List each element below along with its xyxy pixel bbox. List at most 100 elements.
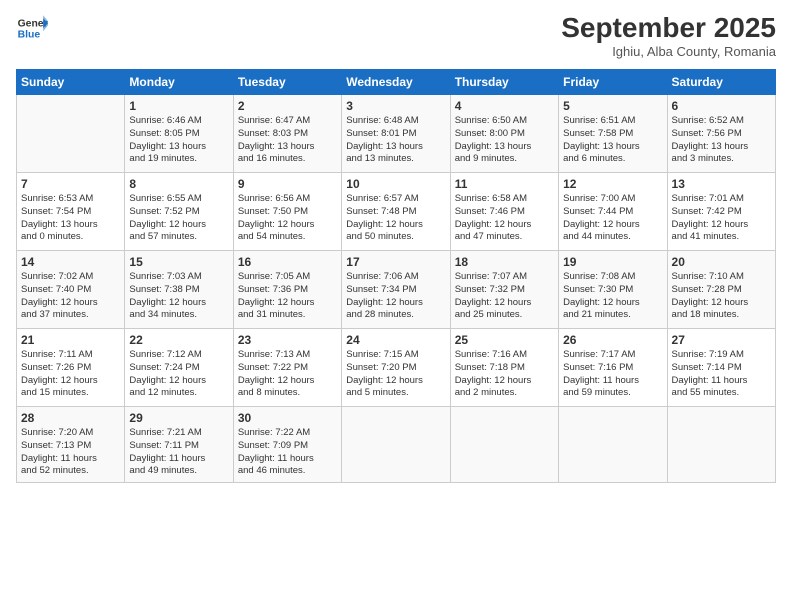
calendar-cell: 9 Sunrise: 6:56 AM Sunset: 7:50 PM Daylig… xyxy=(233,173,341,251)
day-info: Sunrise: 7:08 AM Sunset: 7:30 PM Dayligh… xyxy=(563,271,662,322)
calendar-cell: 20Sunrise: 7:10 AM Sunset: 7:28 PM Dayli… xyxy=(667,251,775,329)
day-info: Sunrise: 7:12 AM Sunset: 7:24 PM Dayligh… xyxy=(129,349,228,400)
day-info: Sunrise: 7:03 AM Sunset: 7:38 PM Dayligh… xyxy=(129,271,228,322)
title-block: September 2025 Ighiu, Alba County, Roman… xyxy=(561,12,776,59)
header-day-friday: Friday xyxy=(559,70,667,95)
calendar-cell: 16 Sunrise: 7:05 AM Sunset: 7:36 PM Dayli… xyxy=(233,251,341,329)
calendar-cell xyxy=(342,407,450,483)
day-number: 2 xyxy=(238,99,337,113)
day-info: Sunrise: 7:10 AM Sunset: 7:28 PM Dayligh… xyxy=(672,271,771,322)
logo: General Blue xyxy=(16,12,48,44)
week-row-4: 21 Sunrise: 7:11 AM Sunset: 7:26 PM Dayli… xyxy=(17,329,776,407)
day-number: 27 xyxy=(672,333,771,347)
day-info: Sunrise: 6:48 AM Sunset: 8:01 PM Dayligh… xyxy=(346,115,445,166)
day-info: Sunrise: 7:16 AM Sunset: 7:18 PM Dayligh… xyxy=(455,349,554,400)
day-info: Sunrise: 7:00 AM Sunset: 7:44 PM Dayligh… xyxy=(563,193,662,244)
day-number: 30 xyxy=(238,411,337,425)
calendar-cell xyxy=(667,407,775,483)
day-number: 18 xyxy=(455,255,554,269)
calendar-cell: 15Sunrise: 7:03 AM Sunset: 7:38 PM Dayli… xyxy=(125,251,233,329)
day-info: Sunrise: 7:22 AM Sunset: 7:09 PM Dayligh… xyxy=(238,427,337,478)
header-day-thursday: Thursday xyxy=(450,70,558,95)
calendar-cell: 12Sunrise: 7:00 AM Sunset: 7:44 PM Dayli… xyxy=(559,173,667,251)
calendar-cell: 21 Sunrise: 7:11 AM Sunset: 7:26 PM Dayli… xyxy=(17,329,125,407)
day-number: 26 xyxy=(563,333,662,347)
calendar-cell xyxy=(559,407,667,483)
day-info: Sunrise: 7:05 AM Sunset: 7:36 PM Dayligh… xyxy=(238,271,337,322)
calendar-table: SundayMondayTuesdayWednesdayThursdayFrid… xyxy=(16,69,776,483)
month-title: September 2025 xyxy=(561,12,776,44)
calendar-cell: 6 Sunrise: 6:52 AM Sunset: 7:56 PM Daylig… xyxy=(667,95,775,173)
calendar-page: General Blue September 2025 Ighiu, Alba … xyxy=(0,0,792,612)
day-info: Sunrise: 6:55 AM Sunset: 7:52 PM Dayligh… xyxy=(129,193,228,244)
calendar-cell: 14Sunrise: 7:02 AM Sunset: 7:40 PM Dayli… xyxy=(17,251,125,329)
day-info: Sunrise: 7:01 AM Sunset: 7:42 PM Dayligh… xyxy=(672,193,771,244)
day-info: Sunrise: 6:53 AM Sunset: 7:54 PM Dayligh… xyxy=(21,193,120,244)
logo-icon: General Blue xyxy=(16,12,48,44)
calendar-cell: 1 Sunrise: 6:46 AM Sunset: 8:05 PM Daylig… xyxy=(125,95,233,173)
day-number: 17 xyxy=(346,255,445,269)
day-number: 5 xyxy=(563,99,662,113)
day-number: 14 xyxy=(21,255,120,269)
calendar-cell: 25 Sunrise: 7:16 AM Sunset: 7:18 PM Dayli… xyxy=(450,329,558,407)
calendar-cell: 5 Sunrise: 6:51 AM Sunset: 7:58 PM Daylig… xyxy=(559,95,667,173)
day-number: 4 xyxy=(455,99,554,113)
day-number: 29 xyxy=(129,411,228,425)
day-number: 19 xyxy=(563,255,662,269)
calendar-cell: 28 Sunrise: 7:20 AM Sunset: 7:13 PM Dayli… xyxy=(17,407,125,483)
week-row-2: 7 Sunrise: 6:53 AM Sunset: 7:54 PM Daylig… xyxy=(17,173,776,251)
day-number: 23 xyxy=(238,333,337,347)
day-info: Sunrise: 6:47 AM Sunset: 8:03 PM Dayligh… xyxy=(238,115,337,166)
calendar-cell: 7 Sunrise: 6:53 AM Sunset: 7:54 PM Daylig… xyxy=(17,173,125,251)
day-number: 8 xyxy=(129,177,228,191)
calendar-cell: 18 Sunrise: 7:07 AM Sunset: 7:32 PM Dayli… xyxy=(450,251,558,329)
header-day-sunday: Sunday xyxy=(17,70,125,95)
calendar-cell: 10Sunrise: 6:57 AM Sunset: 7:48 PM Dayli… xyxy=(342,173,450,251)
calendar-cell: 8 Sunrise: 6:55 AM Sunset: 7:52 PM Daylig… xyxy=(125,173,233,251)
day-info: Sunrise: 6:46 AM Sunset: 8:05 PM Dayligh… xyxy=(129,115,228,166)
day-number: 1 xyxy=(129,99,228,113)
day-info: Sunrise: 6:52 AM Sunset: 7:56 PM Dayligh… xyxy=(672,115,771,166)
header-day-saturday: Saturday xyxy=(667,70,775,95)
calendar-cell xyxy=(17,95,125,173)
day-number: 6 xyxy=(672,99,771,113)
location: Ighiu, Alba County, Romania xyxy=(561,44,776,59)
calendar-cell: 22 Sunrise: 7:12 AM Sunset: 7:24 PM Dayli… xyxy=(125,329,233,407)
day-number: 24 xyxy=(346,333,445,347)
header-day-wednesday: Wednesday xyxy=(342,70,450,95)
day-info: Sunrise: 7:07 AM Sunset: 7:32 PM Dayligh… xyxy=(455,271,554,322)
day-number: 16 xyxy=(238,255,337,269)
day-number: 3 xyxy=(346,99,445,113)
day-info: Sunrise: 7:19 AM Sunset: 7:14 PM Dayligh… xyxy=(672,349,771,400)
calendar-cell: 23Sunrise: 7:13 AM Sunset: 7:22 PM Dayli… xyxy=(233,329,341,407)
day-number: 22 xyxy=(129,333,228,347)
week-row-3: 14Sunrise: 7:02 AM Sunset: 7:40 PM Dayli… xyxy=(17,251,776,329)
header-day-monday: Monday xyxy=(125,70,233,95)
day-info: Sunrise: 7:21 AM Sunset: 7:11 PM Dayligh… xyxy=(129,427,228,478)
day-info: Sunrise: 6:51 AM Sunset: 7:58 PM Dayligh… xyxy=(563,115,662,166)
day-info: Sunrise: 7:11 AM Sunset: 7:26 PM Dayligh… xyxy=(21,349,120,400)
calendar-cell: 3 Sunrise: 6:48 AM Sunset: 8:01 PM Daylig… xyxy=(342,95,450,173)
day-number: 28 xyxy=(21,411,120,425)
calendar-cell: 26 Sunrise: 7:17 AM Sunset: 7:16 PM Dayli… xyxy=(559,329,667,407)
day-number: 9 xyxy=(238,177,337,191)
calendar-cell: 4Sunrise: 6:50 AM Sunset: 8:00 PM Daylig… xyxy=(450,95,558,173)
day-number: 13 xyxy=(672,177,771,191)
calendar-cell: 24 Sunrise: 7:15 AM Sunset: 7:20 PM Dayli… xyxy=(342,329,450,407)
calendar-cell: 13 Sunrise: 7:01 AM Sunset: 7:42 PM Dayli… xyxy=(667,173,775,251)
svg-text:Blue: Blue xyxy=(18,30,41,41)
day-info: Sunrise: 6:56 AM Sunset: 7:50 PM Dayligh… xyxy=(238,193,337,244)
day-info: Sunrise: 7:20 AM Sunset: 7:13 PM Dayligh… xyxy=(21,427,120,478)
day-info: Sunrise: 7:15 AM Sunset: 7:20 PM Dayligh… xyxy=(346,349,445,400)
calendar-cell: 29 Sunrise: 7:21 AM Sunset: 7:11 PM Dayli… xyxy=(125,407,233,483)
day-number: 7 xyxy=(21,177,120,191)
calendar-cell: 17 Sunrise: 7:06 AM Sunset: 7:34 PM Dayli… xyxy=(342,251,450,329)
day-number: 21 xyxy=(21,333,120,347)
day-info: Sunrise: 7:17 AM Sunset: 7:16 PM Dayligh… xyxy=(563,349,662,400)
day-info: Sunrise: 7:06 AM Sunset: 7:34 PM Dayligh… xyxy=(346,271,445,322)
day-info: Sunrise: 6:58 AM Sunset: 7:46 PM Dayligh… xyxy=(455,193,554,244)
header: General Blue September 2025 Ighiu, Alba … xyxy=(16,12,776,59)
day-number: 25 xyxy=(455,333,554,347)
header-day-tuesday: Tuesday xyxy=(233,70,341,95)
calendar-cell: 2 Sunrise: 6:47 AM Sunset: 8:03 PM Daylig… xyxy=(233,95,341,173)
